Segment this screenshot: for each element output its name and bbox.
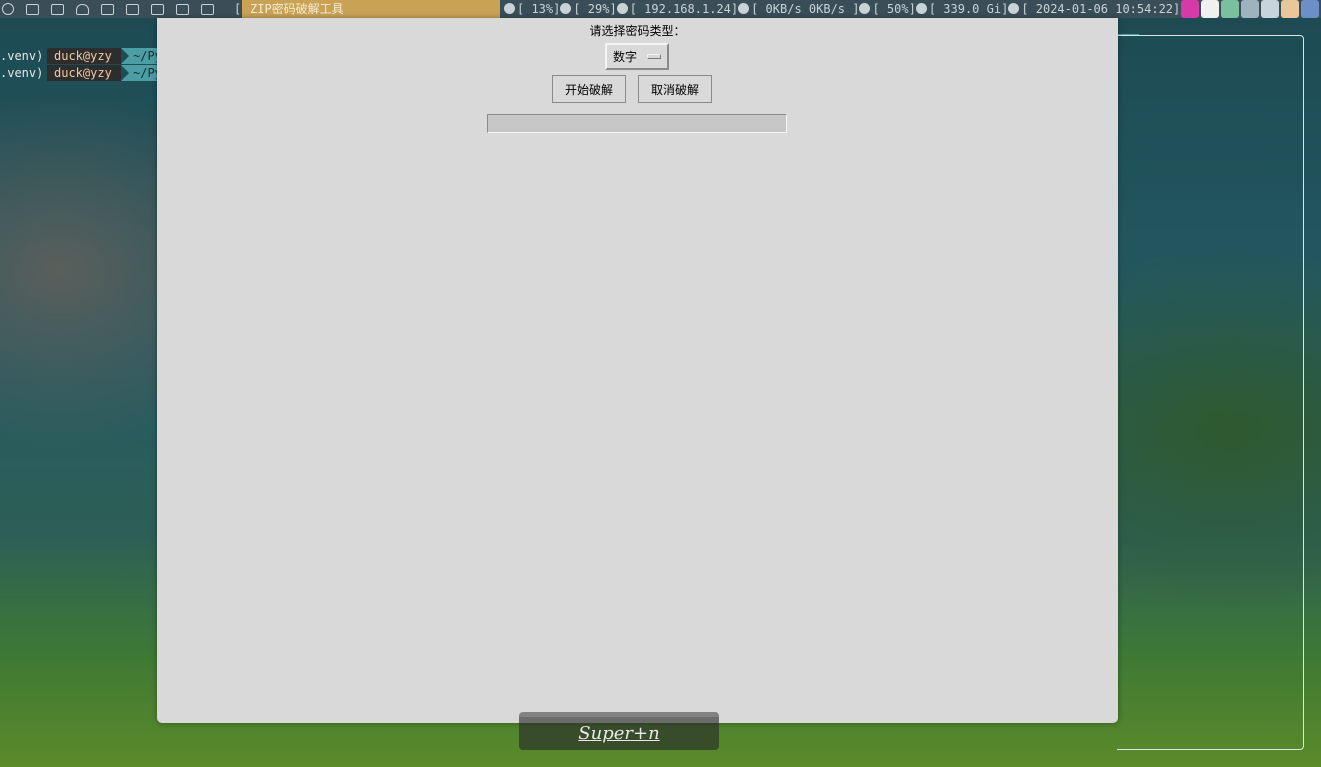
progress-bar xyxy=(487,114,787,133)
tray-app-icon[interactable] xyxy=(1181,0,1199,18)
ip-status: [ 192.168.1.24] xyxy=(616,0,739,18)
option-menu-indicator-icon xyxy=(647,54,661,59)
tray-app-icon[interactable] xyxy=(1241,0,1259,18)
ip-value: [ 192.168.1.24] xyxy=(629,2,739,16)
tray-app-icon[interactable] xyxy=(1221,0,1239,18)
keybinding-hint: Super+n xyxy=(519,712,719,750)
clock-icon xyxy=(1008,3,1020,14)
memory-status: [ 29%] xyxy=(560,0,617,18)
hint-text: Super+n xyxy=(578,723,660,744)
password-type-value: 数字 xyxy=(613,50,638,64)
disk-status: [ 339.0 Gi] xyxy=(915,0,1009,18)
cwd-path: ~/Py xyxy=(121,48,158,64)
top-status-bar: []= ZIP密码破解工具 [ 13%] [ 29%] [ 192.168.1.… xyxy=(0,0,1321,18)
disk-value: [ 339.0 Gi] xyxy=(928,2,1009,16)
launcher-icons: []= xyxy=(0,0,256,18)
cpu-status: [ 13%] xyxy=(504,0,560,18)
terminal-window-border xyxy=(1117,35,1304,750)
venv-label: .venv) xyxy=(0,49,44,63)
folder-icon[interactable] xyxy=(101,3,114,15)
gamepad-icon[interactable] xyxy=(151,3,164,15)
memory-icon xyxy=(560,3,572,14)
wifi-icon xyxy=(738,3,750,14)
cancel-crack-button[interactable]: 取消破解 xyxy=(638,75,712,103)
network-value: [ 0KB/s 0KB/s ] xyxy=(751,2,860,16)
datetime-value: [ 2024-01-06 10:54:22] xyxy=(1021,2,1181,16)
system-tray xyxy=(1181,0,1321,18)
settings-icon[interactable] xyxy=(2,3,14,15)
cwd-path: ~/Py xyxy=(121,65,158,81)
terminal-prompt-line: .venv) duck@yzy ~/Py xyxy=(0,48,158,64)
disk-icon xyxy=(915,3,927,14)
terminal-icon[interactable] xyxy=(51,3,64,15)
notification-icon[interactable] xyxy=(76,3,89,15)
markdown-icon[interactable] xyxy=(176,3,189,15)
password-type-label: 请选择密码类型： xyxy=(589,24,686,38)
user-host: duck@yzy xyxy=(47,48,121,64)
volume-value: [ 50%] xyxy=(872,2,916,16)
volume-status: [ 50%] xyxy=(859,0,916,18)
zip-cracker-window: 请选择密码类型： 数字 开始破解 取消破解 xyxy=(157,18,1118,723)
memory-value: [ 29%] xyxy=(573,2,617,16)
tray-app-icon[interactable] xyxy=(1201,0,1219,18)
tray-app-icon[interactable] xyxy=(1301,0,1319,18)
terminal-prompt-line: .venv) duck@yzy ~/Py xyxy=(0,65,158,81)
volume-icon xyxy=(859,3,871,14)
tray-app-icon[interactable] xyxy=(1261,0,1279,18)
chat-icon[interactable] xyxy=(26,3,39,15)
network-status: [ 0KB/s 0KB/s ] xyxy=(738,0,859,18)
start-crack-button[interactable]: 开始破解 xyxy=(552,75,626,103)
user-host: duck@yzy xyxy=(47,65,121,81)
password-type-select[interactable]: 数字 xyxy=(605,43,669,70)
system-status: [ 13%] [ 29%] [ 192.168.1.24] [ 0KB/s 0K… xyxy=(504,0,1180,18)
monitor-icon[interactable] xyxy=(201,3,214,15)
cpu-value: [ 13%] xyxy=(517,2,561,16)
app-icon[interactable] xyxy=(126,3,139,15)
tray-app-icon[interactable] xyxy=(1281,0,1299,18)
venv-label: .venv) xyxy=(0,66,44,80)
cpu-icon xyxy=(504,3,515,14)
ip-icon xyxy=(616,3,628,14)
active-window-title[interactable]: ZIP密码破解工具 xyxy=(242,0,500,18)
datetime-status: [ 2024-01-06 10:54:22] xyxy=(1008,0,1180,18)
